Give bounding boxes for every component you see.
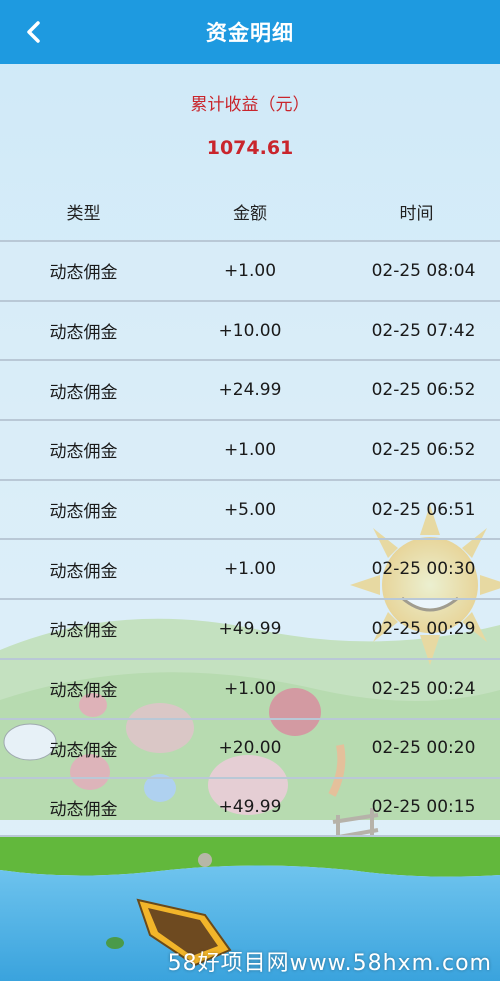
row-time: 02-25 00:20	[371, 738, 476, 759]
row-time: 02-25 06:51	[371, 499, 476, 520]
table-row: 动态佣金 +20.00 02-25 00:20	[0, 717, 500, 778]
row-amount: +1.00	[223, 559, 277, 580]
column-header-type: 类型	[66, 203, 101, 224]
total-earnings-label: 累计收益（元）	[190, 95, 310, 115]
table-row: 动态佣金 +49.99 02-25 00:29	[0, 598, 500, 658]
table-row: 动态佣金 +1.00 02-25 00:30	[0, 538, 500, 599]
table-body: 动态佣金 +1.00 02-25 08:04 动态佣金 +10.00 02-25 07:4…	[0, 240, 500, 837]
row-time: 02-25 00:30	[371, 559, 476, 580]
table-row: 动态佣金 +10.00 02-25 07:42	[0, 299, 500, 360]
row-type: 动态佣金	[49, 323, 118, 344]
row-time: 02-25 00:24	[371, 678, 476, 699]
row-type: 动态佣金	[49, 263, 118, 284]
row-amount: +1.00	[223, 678, 277, 699]
row-amount: +20.00	[218, 738, 282, 759]
app-header: 资金明细	[0, 0, 500, 64]
table-row: 动态佣金 +1.00 02-25 06:52	[0, 419, 500, 479]
row-type: 动态佣金	[49, 621, 118, 642]
site-watermark: 58好项目网www.58hxm.com	[167, 951, 492, 976]
table-header: 类型 金额 时间	[0, 182, 500, 240]
table-row: 动态佣金 +49.99 02-25 00:15	[0, 777, 500, 837]
row-time: 02-25 08:04	[371, 260, 476, 281]
row-type: 动态佣金	[49, 561, 118, 582]
row-time: 02-25 07:42	[371, 320, 476, 341]
row-amount: +1.00	[223, 439, 277, 460]
table-row: 动态佣金 +24.99 02-25 06:52	[0, 359, 500, 420]
table-row: 动态佣金 +5.00 02-25 06:51	[0, 478, 500, 539]
chevron-left-icon	[27, 21, 40, 43]
row-time: 02-25 06:52	[371, 380, 476, 401]
row-type: 动态佣金	[49, 502, 118, 523]
transactions-table: 类型 金额 时间 动态佣金 +1.00 02-25 08:04 动态佣金 +10.00 0…	[0, 182, 500, 837]
row-type: 动态佣金	[49, 799, 118, 820]
row-time: 02-25 06:52	[371, 439, 476, 460]
row-amount: +24.99	[218, 380, 282, 401]
back-button[interactable]	[18, 16, 48, 48]
row-amount: +49.99	[218, 797, 282, 818]
row-type: 动态佣金	[49, 681, 118, 702]
column-header-amount: 金额	[233, 203, 267, 224]
row-amount: +10.00	[218, 320, 282, 341]
row-type: 动态佣金	[49, 382, 118, 403]
row-amount: +5.00	[223, 499, 277, 520]
row-amount: +1.00	[223, 260, 277, 281]
row-time: 02-25 00:15	[371, 797, 476, 818]
column-header-time: 时间	[399, 203, 434, 224]
row-type: 动态佣金	[49, 740, 118, 761]
earnings-summary: 累计收益（元） 1074.61	[0, 64, 500, 159]
row-type: 动态佣金	[49, 442, 118, 463]
table-row: 动态佣金 +1.00 02-25 00:24	[0, 657, 500, 718]
row-amount: +49.99	[218, 618, 282, 639]
total-earnings-value: 1074.61	[206, 137, 294, 159]
page-title: 资金明细	[206, 21, 294, 45]
row-time: 02-25 00:29	[371, 618, 476, 639]
table-row: 动态佣金 +1.00 02-25 08:04	[0, 240, 500, 300]
